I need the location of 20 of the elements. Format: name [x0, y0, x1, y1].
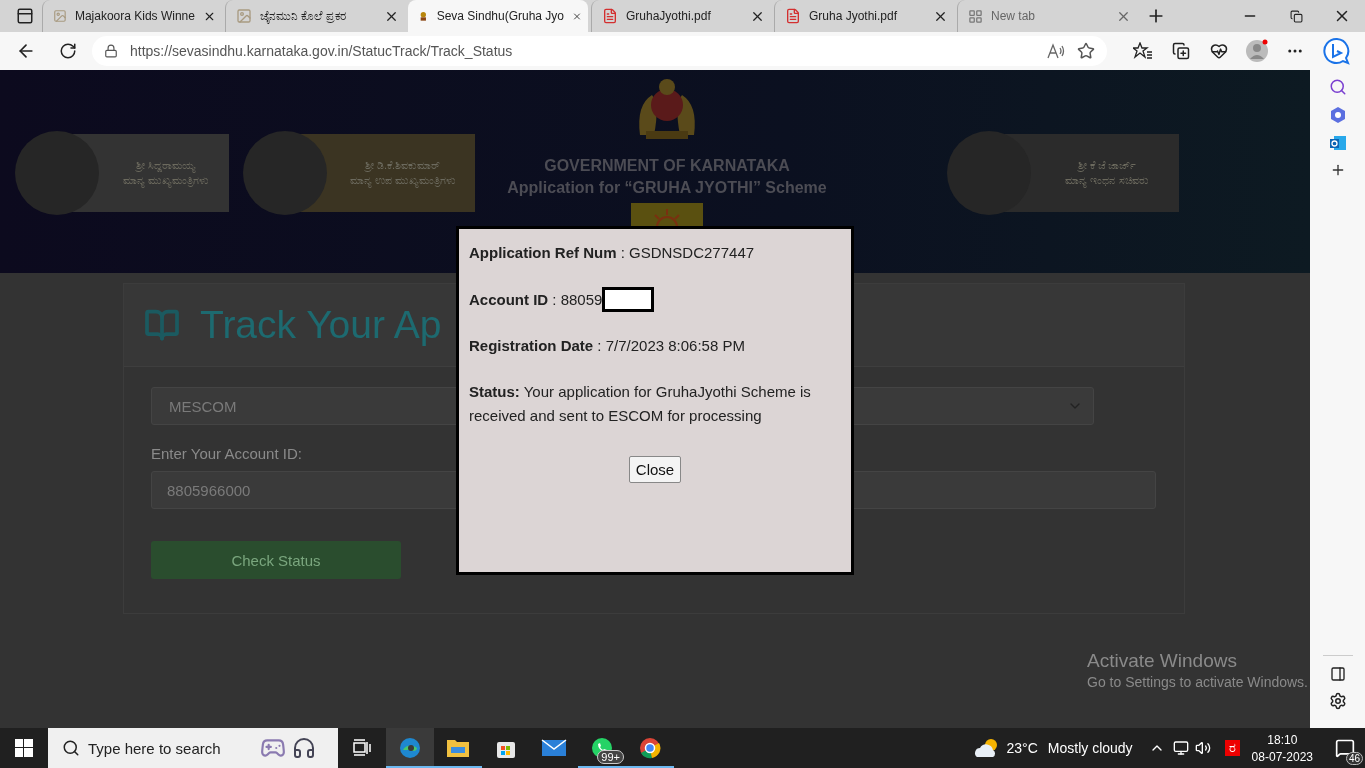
leader-role: ಮಾನ್ಯ ಮುಖ್ಯಮಂತ್ರಿಗಳು	[122, 173, 210, 187]
count-badge: 46	[1345, 752, 1363, 765]
field-label: Enter Your Account ID:	[151, 445, 302, 462]
leader-role: ಮಾನ್ಯ ಇಂಧನ ಸಚಿವರು	[1065, 173, 1149, 187]
banner-title: GOVERNMENT OF KARNATAKA	[544, 157, 790, 175]
count-badge: 99+	[597, 750, 624, 764]
dialog-text: Status: Your application for GruhaJyothi Scheme is received and sent to ESCOM for processing	[469, 382, 812, 426]
page-heading: Track Your Ap	[200, 303, 442, 347]
dialog-text: Registration Date : 7/7/2023 8:06:58 PM	[469, 336, 745, 356]
leader-name: ಶ್ರೀ ಡಿ.ಕೆ.ಶಿವಕುಮಾರ್	[364, 158, 442, 172]
leader-name: ಶ್ರೀ ಸಿದ್ದರಾಮಯ್ಯ	[135, 158, 197, 172]
dialog-text: Account ID : 88059	[469, 289, 603, 310]
banner-subtitle: Application for “GRUHA JYOTHI” Scheme	[507, 179, 827, 197]
leader-role: ಮಾನ್ಯ ಉಪ ಮುಖ್ಯಮಂತ್ರಿಗಳು	[349, 173, 457, 187]
watermark-text: Go to Settings to activate Windows.	[1087, 674, 1308, 690]
leader-name: ಶ್ರೀ ಕೆ ಜೆ ಜಾರ್ಜ್	[1077, 158, 1137, 172]
temperature: 23°C	[1006, 740, 1038, 756]
weather-text: Mostly cloudy	[1047, 740, 1133, 756]
watermark-title: Activate Windows	[1087, 650, 1238, 672]
dialog-text: Application Ref Num : GSDNSDC277447	[469, 243, 755, 263]
